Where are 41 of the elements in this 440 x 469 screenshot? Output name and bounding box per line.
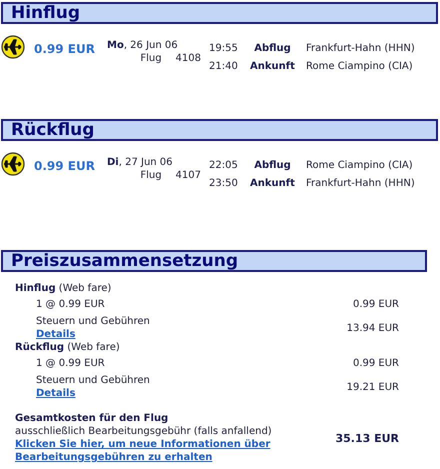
- details-link[interactable]: Details: [36, 387, 76, 400]
- flight-number: 4107: [176, 169, 201, 182]
- leg-time: 22:05: [209, 159, 239, 172]
- flight-number: 4108: [176, 52, 201, 65]
- flight-price: 0.99 EUR: [34, 160, 96, 175]
- flight-date: Di, 27 Jun 06: [107, 156, 174, 169]
- flight-price: 0.99 EUR: [34, 43, 96, 58]
- section-header: Hinflug: [1, 2, 438, 24]
- tax-amount: 19.21 EUR: [346, 380, 399, 394]
- total-amount: 35.13 EUR: [335, 432, 399, 444]
- leg-type: Abflug: [253, 42, 292, 55]
- fare-line: 1 @ 0.99 EUR: [36, 298, 105, 312]
- fare-group-label: Hinflug (Web fare): [15, 282, 112, 296]
- section-header: Preiszusammensetzung: [1, 250, 427, 272]
- fee-info-link[interactable]: Klicken Sie hier, um neue Informationen über Bearbeitungsgebühren zu erhalten: [15, 438, 285, 464]
- airplane-icon: [1, 152, 25, 176]
- leg-time: 19:55: [209, 42, 239, 55]
- leg-type: Ankunft: [249, 177, 296, 190]
- leg-airport: Rome Ciampino (CIA): [306, 159, 413, 172]
- fare-line: 1 @ 0.99 EUR: [36, 357, 105, 371]
- airplane-icon: [1, 35, 25, 59]
- details-link[interactable]: Details: [36, 328, 76, 341]
- total-note: ausschließlich Bearbeitungsgebühr (falls anfallend): [15, 425, 273, 438]
- tax-amount: 13.94 EUR: [346, 322, 399, 334]
- fare-amount: 0.99 EUR: [352, 357, 399, 371]
- flight-date: Mo, 26 Jun 06: [107, 39, 179, 52]
- leg-airport: Frankfurt-Hahn (HHN): [306, 42, 415, 55]
- leg-time: 23:50: [209, 177, 239, 190]
- leg-airport: Rome Ciampino (CIA): [306, 60, 413, 73]
- leg-type: Abflug: [253, 159, 292, 172]
- flight-label: Flug: [140, 169, 162, 182]
- flight-label: Flug: [140, 52, 162, 65]
- tax-label: Steuern und Gebühren: [36, 374, 150, 387]
- tax-label: Steuern und Gebühren: [36, 315, 150, 328]
- leg-airport: Frankfurt-Hahn (HHN): [306, 177, 415, 190]
- fare-group-label: Rückflug (Web fare): [15, 341, 121, 355]
- total-label: Gesamtkosten für den Flug: [15, 412, 170, 425]
- leg-type: Ankunft: [249, 60, 296, 73]
- leg-time: 21:40: [209, 60, 239, 73]
- section-header: Rückflug: [1, 119, 438, 141]
- fare-amount: 0.99 EUR: [352, 298, 399, 312]
